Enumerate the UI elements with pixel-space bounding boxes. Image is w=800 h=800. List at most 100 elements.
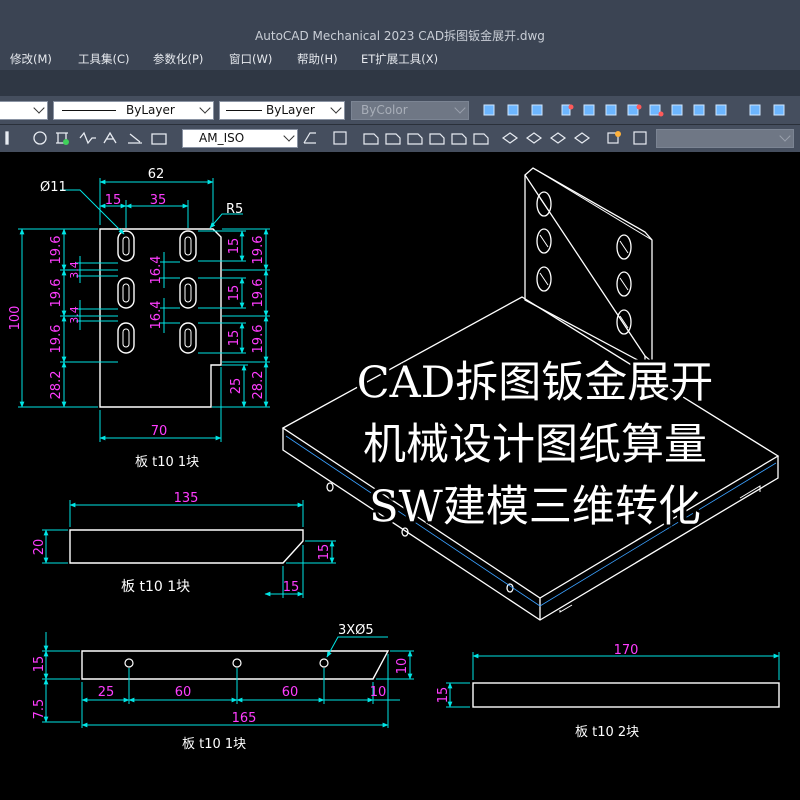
dim-gap1: 60 bbox=[175, 685, 192, 700]
dim-edit-icon bbox=[103, 131, 117, 144]
menu-toolsets[interactable]: 工具集(C) bbox=[78, 51, 130, 67]
linetype-sample bbox=[62, 110, 116, 111]
move-icon bbox=[583, 104, 595, 116]
menu-modify[interactable]: 修改(M) bbox=[10, 51, 52, 67]
dim-small: 3.4 bbox=[68, 261, 81, 279]
slot-hole bbox=[179, 277, 197, 309]
separator-icon bbox=[5, 131, 9, 145]
view-back-icon bbox=[429, 133, 445, 145]
dim-pitch: 19.6 bbox=[251, 279, 266, 308]
ribbon-area bbox=[0, 70, 800, 96]
slot-hole bbox=[117, 230, 135, 262]
dim-chamfer-h: 15 bbox=[283, 580, 300, 595]
view-bottom-icon bbox=[451, 133, 467, 145]
dim-total-height: 100 bbox=[8, 306, 23, 331]
offset-icon bbox=[531, 104, 543, 116]
dim-small: 3.4 bbox=[68, 306, 81, 324]
dim-length: 165 bbox=[232, 711, 257, 726]
dim-text-icon bbox=[128, 133, 142, 144]
ne-iso-icon bbox=[549, 132, 567, 144]
explode-icon bbox=[773, 104, 785, 116]
se-iso-icon bbox=[525, 132, 543, 144]
mirror-icon bbox=[507, 104, 519, 116]
dim-length: 170 bbox=[614, 643, 639, 658]
dim-style-icon bbox=[151, 133, 167, 145]
view-dropdown[interactable] bbox=[656, 129, 794, 148]
extend-icon bbox=[693, 104, 705, 116]
part4-outline bbox=[472, 682, 780, 708]
menu-et-tools[interactable]: ET扩展工具(X) bbox=[361, 51, 438, 67]
menu-help[interactable]: 帮助(H) bbox=[297, 51, 338, 67]
rotate-icon bbox=[605, 104, 617, 116]
dim-pitch: 19.6 bbox=[49, 325, 64, 354]
dim-length: 135 bbox=[174, 491, 199, 506]
dimension-tool-icons[interactable] bbox=[0, 128, 180, 148]
dim-step: 25 bbox=[229, 378, 244, 395]
hole bbox=[124, 658, 134, 668]
chevron-down-icon bbox=[33, 102, 45, 114]
menu-bar: 修改(M) 工具集(C) 参数化(P) 窗口(W) 帮助(H) ET扩展工具(X… bbox=[0, 48, 800, 70]
dim-pitch: 19.6 bbox=[49, 279, 64, 308]
dim-bottom: 28.2 bbox=[251, 371, 266, 400]
color-dropdown[interactable]: ByColor bbox=[351, 101, 469, 120]
dim-height: 15 bbox=[32, 656, 47, 673]
slot-hole bbox=[179, 322, 197, 354]
sw-iso-icon bbox=[501, 132, 519, 144]
circle-icon bbox=[33, 131, 47, 145]
promo-line-3: SW建模三维转化 bbox=[369, 482, 701, 532]
dim-width: 62 bbox=[148, 167, 165, 182]
dim-gap2: 60 bbox=[282, 685, 299, 700]
linetype-dropdown[interactable]: ByLayer bbox=[53, 101, 214, 120]
chevron-down-icon bbox=[330, 102, 342, 114]
hole bbox=[232, 658, 242, 668]
dim-hole-dia: Ø11 bbox=[40, 180, 67, 195]
fillet-icon bbox=[749, 104, 761, 116]
dim-slot-h: 15 bbox=[227, 330, 242, 347]
part3-label: 板 t10 1块 bbox=[182, 737, 246, 752]
dim-pitch: 19.6 bbox=[251, 325, 266, 354]
view-iso-icon bbox=[473, 133, 489, 145]
promo-line-2: 机械设计图纸算量 bbox=[363, 420, 707, 470]
lineweight-dropdown[interactable]: ByLayer bbox=[219, 101, 345, 120]
lineweight-value: ByLayer bbox=[266, 103, 315, 117]
view-right-icon bbox=[407, 133, 423, 145]
part1-view: 62 Ø11 15 35 R5 70 100 19.6 19.6 19.6 28… bbox=[8, 167, 270, 470]
view-front-icon bbox=[363, 133, 379, 145]
layer-dropdown[interactable] bbox=[0, 101, 48, 120]
promo-line-1: CAD拆图钣金展开 bbox=[356, 358, 714, 408]
slot-hole bbox=[179, 230, 197, 262]
styles-toolbar: AM_ISO bbox=[0, 125, 800, 152]
title-bar: AutoCAD Mechanical 2023 CAD拆图钣金展开.dwg bbox=[0, 0, 800, 48]
part4-view: 170 15 板 t10 2块 bbox=[436, 643, 780, 740]
dim-slot: 16.4 bbox=[149, 301, 164, 330]
hole bbox=[319, 658, 329, 668]
linetype-value: ByLayer bbox=[126, 103, 175, 117]
dim-height: 15 bbox=[436, 687, 451, 704]
dim-jogged-icon bbox=[79, 131, 96, 145]
view-tool-icons[interactable] bbox=[300, 128, 660, 148]
dim-pitch: 19.6 bbox=[49, 236, 64, 265]
modify-tool-icons[interactable] bbox=[478, 100, 800, 120]
trim-icon bbox=[671, 104, 683, 116]
chevron-down-icon bbox=[283, 130, 295, 142]
dim-chamfer-v: 15 bbox=[317, 544, 332, 561]
chevron-down-icon bbox=[454, 102, 466, 114]
view-top-icon bbox=[333, 131, 347, 145]
scale-icon bbox=[627, 104, 639, 116]
dim-radius: R5 bbox=[226, 202, 243, 217]
part2-label: 板 t10 1块 bbox=[121, 579, 190, 595]
chevron-down-icon bbox=[779, 130, 791, 142]
dim-end-h: 10 bbox=[395, 658, 410, 675]
dim-spacing: 35 bbox=[150, 193, 167, 208]
part2-outline bbox=[69, 529, 304, 564]
dimstyle-dropdown[interactable]: AM_ISO bbox=[182, 129, 298, 148]
part4-label: 板 t10 2块 bbox=[575, 725, 639, 740]
dim-edge: 7.5 bbox=[32, 699, 47, 720]
dim-bottom: 28.2 bbox=[49, 371, 64, 400]
dim-slot-h: 15 bbox=[227, 285, 242, 302]
chevron-down-icon bbox=[199, 102, 211, 114]
menu-parametric[interactable]: 参数化(P) bbox=[153, 51, 203, 67]
dim-override-icon bbox=[303, 132, 316, 144]
menu-window[interactable]: 窗口(W) bbox=[229, 51, 272, 67]
viewport-icon bbox=[633, 131, 647, 145]
